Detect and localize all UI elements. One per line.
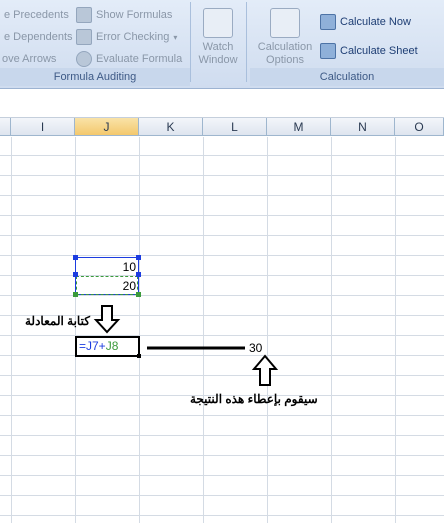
- ribbon-separator: [190, 2, 191, 82]
- error-checking-label: Error Checking: [96, 31, 170, 43]
- cell-j7[interactable]: 10: [78, 260, 136, 274]
- column-header-n[interactable]: N: [331, 118, 395, 136]
- show-formulas-icon: [76, 7, 92, 23]
- error-checking-icon: [76, 29, 92, 45]
- formula-ref-j7: =J7+: [79, 339, 106, 353]
- remove-arrows-label: ove Arrows: [2, 53, 57, 65]
- watch-window-button[interactable]: Watch Window: [194, 8, 242, 67]
- column-header-m[interactable]: M: [267, 118, 331, 136]
- formula-auditing-group: e Precedents e Dependents ove Arrows Sho…: [0, 0, 190, 86]
- evaluate-formula-button[interactable]: Evaluate Formula: [76, 50, 182, 68]
- calculation-group: Calculation Options Calculate Now Calcul…: [250, 0, 444, 86]
- calculate-sheet-icon: [320, 43, 336, 59]
- calculate-now-button[interactable]: Calculate Now: [320, 14, 411, 30]
- calc-options-label-2: Options: [266, 54, 304, 66]
- calculation-group-label: Calculation: [250, 68, 444, 86]
- active-cell-editor[interactable]: =J7+J8: [75, 336, 140, 357]
- column-header-l[interactable]: L: [203, 118, 267, 136]
- cell-j8[interactable]: 20: [78, 279, 136, 293]
- evaluate-formula-icon: [76, 51, 92, 67]
- chevron-down-icon: ▾: [173, 32, 178, 42]
- trace-precedents-button[interactable]: e Precedents: [4, 6, 69, 24]
- watch-label-1: Watch: [202, 41, 234, 53]
- formula-auditing-group-label: Formula Auditing: [0, 68, 190, 86]
- calculator-icon: [270, 8, 300, 38]
- column-header-i[interactable]: I: [11, 118, 75, 136]
- column-header-j[interactable]: J: [75, 118, 139, 136]
- trace-dependents-label: e Dependents: [4, 31, 73, 43]
- column-header-partial[interactable]: [0, 118, 11, 136]
- selection-handle[interactable]: [136, 272, 141, 277]
- evaluate-formula-label: Evaluate Formula: [96, 53, 183, 65]
- formula-ref-j8: J8: [105, 339, 119, 353]
- ribbon-separator: [246, 2, 247, 82]
- calculate-now-label: Calculate Now: [340, 16, 411, 28]
- calculation-options-button[interactable]: Calculation Options: [254, 8, 316, 67]
- calculate-sheet-button[interactable]: Calculate Sheet: [320, 43, 418, 59]
- result-annotation: سيقوم بإعطاء هذه النتيجة: [190, 392, 318, 406]
- selection-handle[interactable]: [136, 292, 141, 297]
- calculate-now-icon: [320, 14, 336, 30]
- column-header-k[interactable]: K: [139, 118, 203, 136]
- calculate-sheet-label: Calculate Sheet: [340, 45, 418, 57]
- selection-handle[interactable]: [136, 255, 141, 260]
- show-formulas-button[interactable]: Show Formulas: [76, 6, 172, 24]
- calc-options-label-1: Calculation: [257, 41, 313, 53]
- ribbon: e Precedents e Dependents ove Arrows Sho…: [0, 0, 444, 89]
- column-header-o[interactable]: O: [395, 118, 444, 136]
- error-checking-button[interactable]: Error Checking ▾: [76, 28, 177, 46]
- watch-label-2: Window: [198, 54, 238, 66]
- remove-arrows-button[interactable]: ove Arrows: [2, 50, 56, 68]
- watch-window-icon: [203, 8, 233, 38]
- worksheet-grid-rows: [0, 137, 444, 523]
- result-value: 30: [249, 341, 263, 355]
- formula-bar[interactable]: [0, 89, 444, 118]
- write-formula-annotation: كتابة المعادلة: [25, 314, 90, 328]
- show-formulas-label: Show Formulas: [96, 9, 173, 21]
- fill-handle[interactable]: [137, 354, 141, 358]
- trace-dependents-button[interactable]: e Dependents: [4, 28, 73, 46]
- trace-precedents-label: e Precedents: [4, 9, 69, 21]
